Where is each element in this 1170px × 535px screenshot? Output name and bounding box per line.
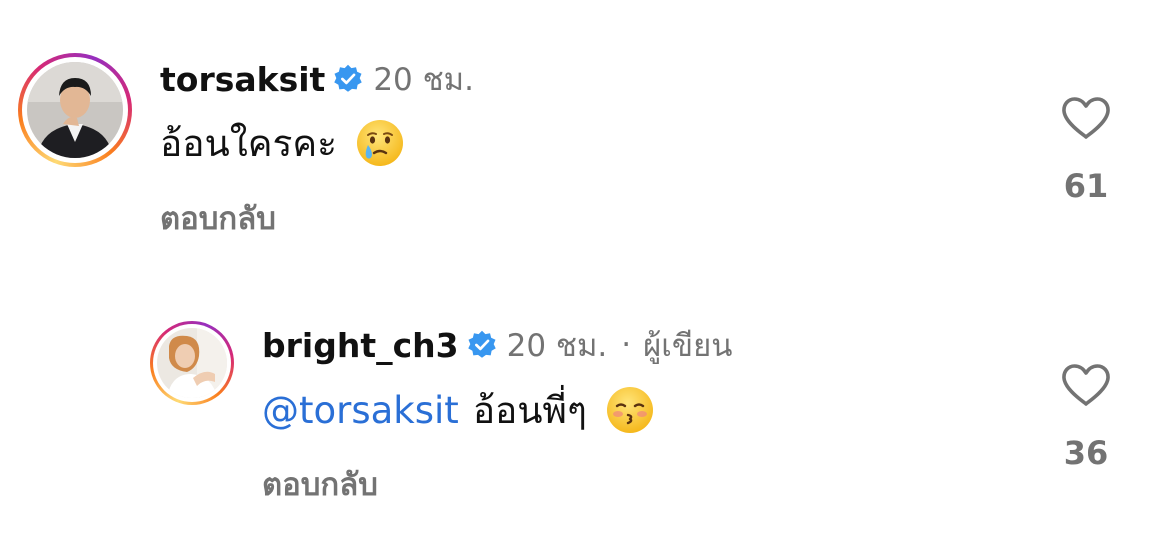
like-count: 61 <box>1063 167 1109 205</box>
crying-face-emoji-icon <box>355 118 405 168</box>
avatar[interactable] <box>157 328 227 398</box>
comment-text: อ้อนใครคะ <box>160 115 405 171</box>
username[interactable]: bright_ch3 <box>262 326 459 365</box>
comment-header: torsaksit 20 ชม. <box>160 58 474 100</box>
verified-badge-icon <box>333 64 363 94</box>
author-label: ผู้เขียน <box>643 328 733 364</box>
like-heart-icon[interactable] <box>1060 362 1112 408</box>
avatar-border <box>22 57 128 163</box>
like-heart-icon[interactable] <box>1060 95 1112 141</box>
reply-button[interactable]: ตอบกลับ <box>262 459 378 509</box>
comment-text: @torsaksit อ้อนพี่ๆ <box>262 382 655 438</box>
avatar-border <box>153 324 231 402</box>
mention-link[interactable]: @torsaksit <box>262 389 459 432</box>
story-ring[interactable] <box>150 321 234 405</box>
comment-body: อ้อนพี่ๆ <box>472 388 587 432</box>
comment-timestamp: 20 ชม. <box>506 328 608 364</box>
story-ring[interactable] <box>18 53 132 167</box>
username[interactable]: torsaksit <box>160 60 325 99</box>
comment-header: bright_ch3 20 ชม. · ผู้เขียน <box>262 324 732 366</box>
comment-item: torsaksit 20 ชม. อ้อนใครคะ ตอบกลับ 61 <box>0 0 1170 260</box>
comment-body: อ้อนใครคะ <box>160 121 338 165</box>
reply-comment-item: bright_ch3 20 ชม. · ผู้เขียน @torsaksit … <box>0 260 1170 535</box>
comment-timestamp: 20 ชม. <box>373 62 474 98</box>
verified-badge-icon <box>467 330 497 360</box>
like-count: 36 <box>1063 434 1109 472</box>
separator-dot: · <box>621 327 632 363</box>
kissing-face-emoji-icon <box>605 385 655 435</box>
avatar[interactable] <box>27 62 123 158</box>
reply-button[interactable]: ตอบกลับ <box>160 193 276 243</box>
